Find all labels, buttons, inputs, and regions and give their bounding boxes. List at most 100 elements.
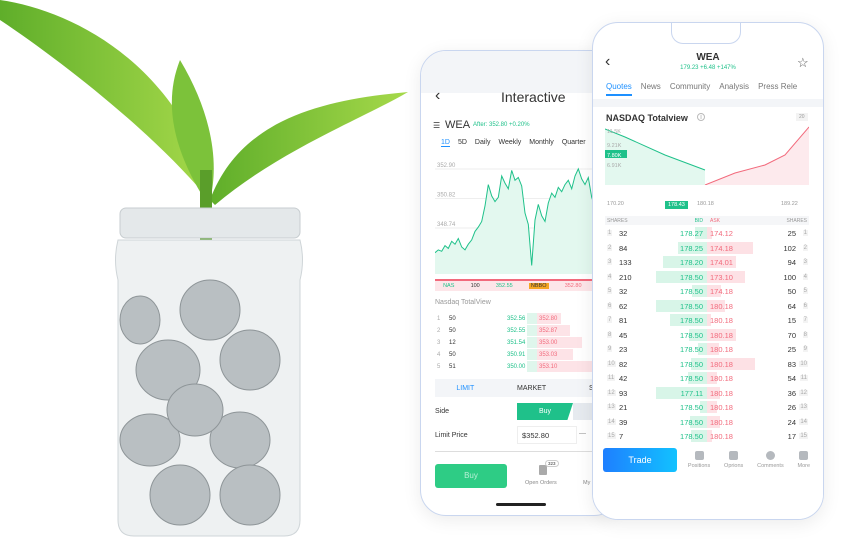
my-label[interactable]: My [583,480,590,486]
header-bid: BID [694,218,703,224]
book-row: 11 42 178.50 180.18 54 11 [605,371,809,386]
back-icon[interactable]: ‹ [435,87,440,105]
level: 5 [437,364,441,370]
ask-price: 352.80 [539,316,558,322]
book-row: 1 50 352.56 352.80 [435,313,615,325]
ask-price: 353.00 [539,340,558,346]
bid-size: 32 [619,229,628,238]
level-left: 5 [607,288,613,294]
bid-size: 32 [619,287,628,296]
header-shares-right: SHARES [786,218,807,224]
book-row: 9 23 178.50 180.18 25 9 [605,342,809,357]
star-icon[interactable]: ☆ [797,55,809,71]
open-orders-badge: 323 [545,460,559,467]
ask-size: 25 [787,229,796,238]
order-type-tab[interactable]: LIMIT [456,385,474,392]
nbbo-label: NBBO [528,283,549,289]
nav-positions[interactable]: Positions [688,451,710,469]
book-row: 4 50 350.91 353.03 [435,349,615,361]
limit-price-label: Limit Price [435,432,468,439]
limit-price-input[interactable]: $352.80 [517,426,577,444]
level: 4 [437,352,441,358]
level-right: 2 [802,244,808,251]
depth-chart: 11.5K 9.21K 6.91K 7.80K [605,126,809,185]
bid-price: 178.50 [680,272,703,282]
totalview-label: Nasdaq TotalView [435,299,491,306]
range-tab[interactable]: 1D [441,139,450,147]
nav-comments[interactable]: Comments [757,451,784,469]
ask-size: 83 [787,359,796,369]
side-value: Buy [538,408,552,415]
bid-price: 350.00 [507,364,526,370]
tab-quotes[interactable]: Quotes [606,82,632,96]
book-row: 10 82 178.50 180.18 83 10 [605,357,809,372]
bid-price: 178.25 [680,243,703,253]
depth-x-tick: 180.18 [697,201,714,207]
depth-y-tick: 6.91K [607,163,622,169]
price-chart: 352.90350.82348.74346.63 [435,163,615,274]
ask-price: 353.10 [539,364,558,370]
ask-price: 173.10 [710,272,733,282]
depth-x-tick: 170.20 [607,201,624,207]
ask-price: 180.18 [710,388,733,398]
range-tab[interactable]: Quarter [562,139,586,147]
decrement-button[interactable]: — [579,430,586,437]
slider[interactable] [435,451,615,452]
nbbo-bid: 352.55 [495,283,513,289]
bid-price: 177.11 [680,388,703,398]
bid-price: 178.50 [680,374,703,383]
plant-jar-illustration [0,0,408,537]
tab-news[interactable]: News [641,82,661,96]
range-tab[interactable]: Daily [475,139,491,147]
level-left: 13 [607,404,616,410]
level-right: 11 [799,375,808,381]
buy-label: Buy [464,471,478,480]
ask-price: 180.18 [710,345,733,354]
order-type-tab[interactable]: MARKET [517,385,546,392]
comments-icon [765,451,775,460]
range-tab[interactable]: 5D [458,139,467,147]
level-right: 7 [802,317,808,323]
book-row: 2 84 178.25 174.18 102 2 [605,241,809,256]
book-row: 15 7 178.50 180.18 17 15 [605,429,809,444]
bid-price: 178.27 [680,229,703,238]
side-label: Side [435,408,450,415]
bid-size: 50 [449,328,456,334]
level-right: 4 [802,273,808,280]
trade-button[interactable]: Trade [603,448,677,472]
level: 1 [437,316,441,322]
range-tab[interactable]: Monthly [529,139,554,147]
jar-lid [119,207,301,239]
ask-price: 174.12 [710,229,733,238]
bid-price: 351.54 [507,340,526,346]
y-tick: 348.74 [437,222,456,228]
tab-press-rele[interactable]: Press Rele [758,82,797,96]
level-left: 15 [607,433,616,439]
leaf [210,92,408,205]
section-title: NASDAQ Totalview [606,113,688,123]
depth-y-tick: 9.21K [607,143,622,149]
tab-community[interactable]: Community [670,82,710,96]
bid-size: 7 [619,432,624,441]
nav-more[interactable]: More [798,451,810,469]
book-row: 3 12 351.54 353.00 [435,337,615,349]
menu-icon[interactable]: ☰ [433,121,440,130]
depth-x-tick: 178.43 [665,201,688,209]
exchange: NAS [443,283,455,289]
range-tab[interactable]: Weekly [498,139,521,147]
tab-analysis[interactable]: Analysis [719,82,749,96]
book-row: 8 45 178.50 180.18 70 8 [605,328,809,343]
nav-oprions[interactable]: Oprions [724,451,743,469]
info-icon[interactable]: i [697,113,705,121]
bid-price: 178.20 [680,258,703,267]
side-buy-toggle[interactable]: Buy [517,403,573,420]
bid-size: 84 [619,243,628,253]
bid-size: 12 [449,340,456,346]
level-badge[interactable]: 20 [796,113,808,121]
limit-price-value: $352.80 [522,431,550,440]
nav-label: Comments [757,463,784,469]
bid-size: 21 [619,403,628,412]
y-tick: 350.82 [437,192,456,198]
open-orders-label[interactable]: Open Orders [525,480,557,486]
buy-button[interactable]: Buy [435,464,507,488]
